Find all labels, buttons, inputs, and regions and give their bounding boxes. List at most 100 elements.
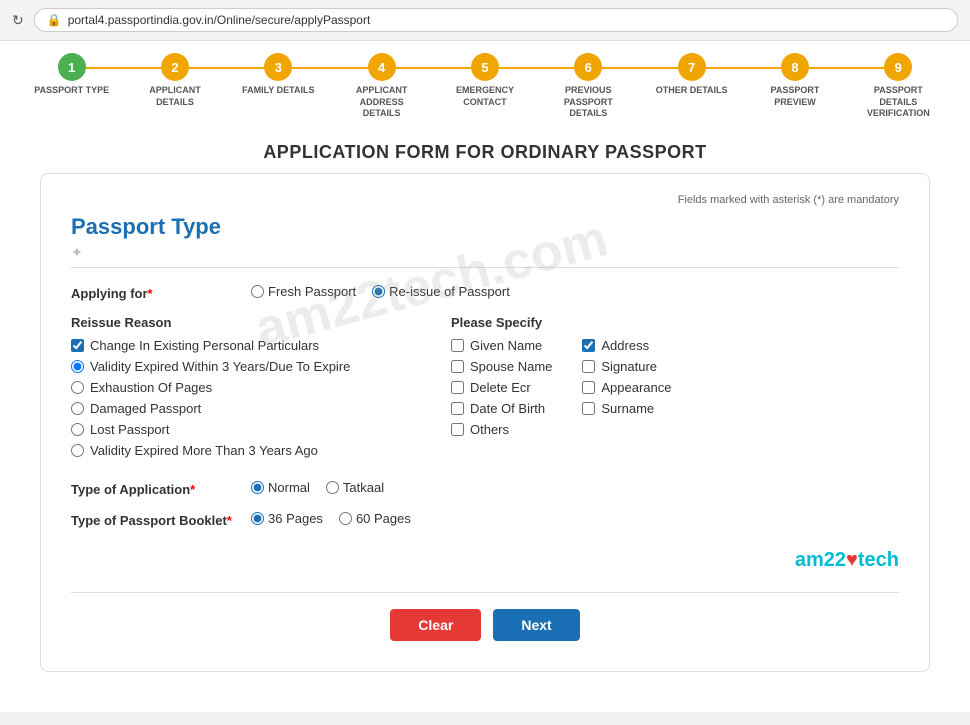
booklet-type-label: Type of Passport Booklet*: [71, 511, 251, 528]
option-tatkaal[interactable]: Tatkaal: [326, 480, 384, 495]
specify-col1: Given Name Spouse Name Delete Ecr D: [451, 338, 552, 443]
checkbox-appearance[interactable]: [582, 381, 595, 394]
dob-label: Date Of Birth: [470, 401, 545, 416]
checkbox-others[interactable]: [451, 423, 464, 436]
radio-normal[interactable]: [251, 481, 264, 494]
step-1-label: PASSPORT TYPE: [34, 85, 109, 97]
am22-brand: am22♥tech: [795, 549, 899, 572]
option-fresh-passport[interactable]: Fresh Passport: [251, 284, 356, 299]
checkbox-spouse-name[interactable]: [451, 360, 464, 373]
checkbox-surname[interactable]: [582, 402, 595, 415]
step-9-label: PASSPORT DETAILS VERIFICATION: [858, 85, 938, 120]
others-label: Others: [470, 422, 509, 437]
specify-dob: Date Of Birth: [451, 401, 552, 416]
checkbox-dob[interactable]: [451, 402, 464, 415]
step-9[interactable]: 9 PASSPORT DETAILS VERIFICATION: [847, 53, 950, 120]
reason-change-particulars: Change In Existing Personal Particulars: [71, 338, 451, 353]
reason-exhaustion: Exhaustion Of Pages: [71, 380, 451, 395]
radio-lost[interactable]: [71, 423, 84, 436]
form-buttons: Clear Next: [71, 592, 899, 641]
radio-reissue-passport[interactable]: [372, 285, 385, 298]
60-pages-label: 60 Pages: [356, 511, 411, 526]
url-text: portal4.passportindia.gov.in/Online/secu…: [68, 13, 371, 27]
step-4[interactable]: 4 APPLICANT ADDRESS DETAILS: [330, 53, 433, 120]
please-specify-col: Please Specify Given Name Spouse Name: [451, 315, 899, 464]
step-6[interactable]: 6 PREVIOUS PASSPORT DETAILS: [537, 53, 640, 120]
booklet-type-options: 36 Pages 60 Pages: [251, 511, 411, 526]
tatkaal-label: Tatkaal: [343, 480, 384, 495]
step-8[interactable]: 8 PASSPORT PREVIEW: [743, 53, 846, 108]
specify-cols: Given Name Spouse Name Delete Ecr D: [451, 338, 899, 443]
radio-validity-more[interactable]: [71, 444, 84, 457]
step-7[interactable]: 7 OTHER DETAILS: [640, 53, 743, 97]
type-application-row: Type of Application* Normal Tatkaal: [71, 480, 899, 497]
step-6-circle: 6: [574, 53, 602, 81]
booklet-type-row: Type of Passport Booklet* 36 Pages 60 Pa…: [71, 511, 899, 528]
36-pages-label: 36 Pages: [268, 511, 323, 526]
step-3-label: FAMILY DETAILS: [242, 85, 314, 97]
reason-validity-more: Validity Expired More Than 3 Years Ago: [71, 443, 451, 458]
checkbox-address[interactable]: [582, 339, 595, 352]
radio-fresh-passport[interactable]: [251, 285, 264, 298]
reissue-reason-col: Reissue Reason Change In Existing Person…: [71, 315, 451, 464]
radio-exhaustion[interactable]: [71, 381, 84, 394]
option-reissue-passport[interactable]: Re-issue of Passport: [372, 284, 510, 299]
option-36-pages[interactable]: 36 Pages: [251, 511, 323, 526]
address-label: Address: [601, 338, 649, 353]
step-8-label: PASSPORT PREVIEW: [755, 85, 835, 108]
specify-appearance: Appearance: [582, 380, 671, 395]
step-1[interactable]: 1 PASSPORT TYPE: [20, 53, 123, 97]
step-1-circle: 1: [58, 53, 86, 81]
next-button[interactable]: Next: [493, 609, 579, 641]
reason-lost: Lost Passport: [71, 422, 451, 437]
address-bar[interactable]: 🔒 portal4.passportindia.gov.in/Online/se…: [34, 8, 958, 32]
step-4-label: APPLICANT ADDRESS DETAILS: [342, 85, 422, 120]
heart-icon: ♥: [846, 549, 858, 571]
section-title: Passport Type: [71, 214, 899, 240]
delete-ecr-label: Delete Ecr: [470, 380, 531, 395]
reason-change-label: Change In Existing Personal Particulars: [90, 338, 319, 353]
step-2-circle: 2: [161, 53, 189, 81]
step-9-circle: 9: [884, 53, 912, 81]
checkbox-delete-ecr[interactable]: [451, 381, 464, 394]
specify-others: Others: [451, 422, 552, 437]
step-2[interactable]: 2 APPLICANT DETAILS: [123, 53, 226, 108]
clear-button[interactable]: Clear: [390, 609, 481, 641]
applying-for-row: Applying for* Fresh Passport Re-issue of…: [71, 284, 899, 301]
checkbox-given-name[interactable]: [451, 339, 464, 352]
step-3[interactable]: 3 FAMILY DETAILS: [227, 53, 330, 97]
checkbox-change-particulars[interactable]: [71, 339, 84, 352]
mandatory-note: Fields marked with asterisk (*) are mand…: [71, 194, 899, 206]
step-5[interactable]: 5 EMERGENCY CONTACT: [433, 53, 536, 108]
reason-validity-3yr-label: Validity Expired Within 3 Years/Due To E…: [90, 359, 350, 374]
option-normal[interactable]: Normal: [251, 480, 310, 495]
specify-col2: Address Signature Appearance Surnam: [582, 338, 671, 443]
step-4-circle: 4: [368, 53, 396, 81]
reissue-section: Reissue Reason Change In Existing Person…: [71, 315, 899, 464]
lock-icon: 🔒: [47, 13, 62, 27]
radio-validity-3yr[interactable]: [71, 360, 84, 373]
reason-validity-more-label: Validity Expired More Than 3 Years Ago: [90, 443, 318, 458]
reason-damaged: Damaged Passport: [71, 401, 451, 416]
page-title: APPLICATION FORM FOR ORDINARY PASSPORT: [0, 128, 970, 173]
radio-36-pages[interactable]: [251, 512, 264, 525]
reissue-passport-label: Re-issue of Passport: [389, 284, 510, 299]
reason-damaged-label: Damaged Passport: [90, 401, 201, 416]
radio-damaged[interactable]: [71, 402, 84, 415]
progress-bar: 1 PASSPORT TYPE 2 APPLICANT DETAILS 3 FA…: [0, 41, 970, 128]
type-application-label: Type of Application*: [71, 480, 251, 497]
refresh-icon[interactable]: ↻: [12, 12, 24, 29]
surname-label: Surname: [601, 401, 654, 416]
fresh-passport-label: Fresh Passport: [268, 284, 356, 299]
reason-exhaustion-label: Exhaustion Of Pages: [90, 380, 212, 395]
option-60-pages[interactable]: 60 Pages: [339, 511, 411, 526]
form-content: am22tech.com Passport Type ✦ Applying fo…: [71, 214, 899, 641]
step-5-label: EMERGENCY CONTACT: [445, 85, 525, 108]
step-8-circle: 8: [781, 53, 809, 81]
specify-spouse-name: Spouse Name: [451, 359, 552, 374]
step-7-circle: 7: [678, 53, 706, 81]
checkbox-signature[interactable]: [582, 360, 595, 373]
reason-validity-3yr: Validity Expired Within 3 Years/Due To E…: [71, 359, 451, 374]
radio-tatkaal[interactable]: [326, 481, 339, 494]
radio-60-pages[interactable]: [339, 512, 352, 525]
